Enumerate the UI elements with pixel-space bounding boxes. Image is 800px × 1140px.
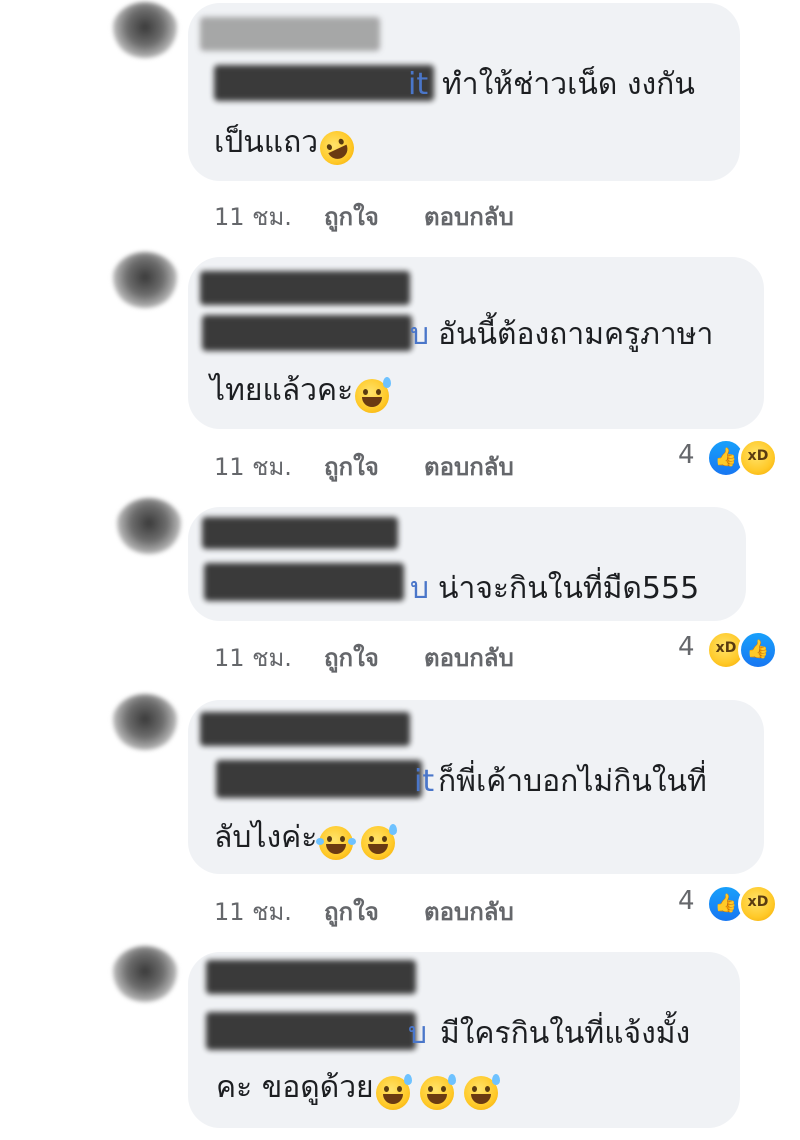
mention-link[interactable]: บ [408,1016,427,1052]
grinning-sweat-emoji-icon [419,1073,456,1110]
reaction-summary[interactable]: 4 👍 xD [678,438,788,478]
mention-link[interactable]: it [414,764,434,800]
comment-bubble: it ก็พี่เค้าบอกไม่กินในที่ ลับไงค่ะ [188,700,764,874]
comment-text-line-2: ลับไงค่ะ [214,820,398,860]
comment-text-content: ลับไงค่ะ [214,820,318,855]
redacted-author-name[interactable] [206,960,416,994]
mention-link[interactable]: บ [410,317,429,353]
comment-text-content: คะ ขอดูด้วย [216,1070,374,1105]
comment-meta: 11 ชม. ถูกใจ ตอบกลับ [214,447,574,481]
like-button[interactable]: ถูกใจ [324,447,379,486]
timestamp[interactable]: 11 ชม. [214,892,292,931]
timestamp[interactable]: 11 ชม. [214,638,292,677]
reaction-summary[interactable]: 4 xD 👍 [678,630,788,670]
redacted-author-name[interactable] [200,17,380,51]
avatar[interactable] [116,498,182,554]
redacted-author-name[interactable] [200,271,410,305]
redacted-mention[interactable] [204,563,404,601]
redacted-author-name[interactable] [202,517,398,549]
like-button[interactable]: ถูกใจ [324,892,379,931]
reply-button[interactable]: ตอบกลับ [424,892,514,931]
grinning-sweat-emoji-icon [355,376,392,413]
comment-bubble: it ทำให้ช่าวเน็ด งงกัน เป็นแถว [188,3,740,181]
redacted-mention[interactable] [206,1012,416,1050]
like-reaction-icon: 👍 [738,630,778,670]
mention-link[interactable]: it [408,67,428,103]
redacted-mention[interactable] [202,315,412,351]
comment-text-line-2: ไทยแล้วคะ [210,373,392,413]
rofl-emoji-icon [314,124,360,171]
grinning-sweat-emoji-icon [463,1073,500,1110]
avatar[interactable] [112,946,178,1002]
grinning-sweat-emoji-icon [375,1073,412,1110]
like-button[interactable]: ถูกใจ [324,638,379,677]
reply-button[interactable]: ตอบกลับ [424,638,514,677]
comment-meta: 11 ชม. ถูกใจ ตอบกลับ [214,638,574,672]
reaction-summary[interactable]: 4 👍 xD [678,884,788,924]
avatar[interactable] [112,252,178,308]
grinning-sweat-emoji-icon [361,823,398,860]
reaction-count: 4 [678,440,695,470]
reaction-count: 4 [678,632,695,662]
comment-bubble: บ มีใครกินในที่แจ้งมั้ง คะ ขอดูด้วย [188,952,740,1128]
comment-text-line-1: อันนี้ต้องถามครูภาษา [438,317,714,352]
emoji-group [314,124,360,171]
comment-bubble: บ อันนี้ต้องถามครูภาษา ไทยแล้วคะ [188,257,764,429]
avatar[interactable] [112,2,178,58]
comment-meta: 11 ชม. ถูกใจ ตอบกลับ [214,892,574,926]
comment-text-line-1: ทำให้ช่าวเน็ด งงกัน [442,67,695,102]
haha-reaction-icon: xD [738,438,778,478]
comment-text-content: ไทยแล้วคะ [210,373,354,408]
timestamp[interactable]: 11 ชม. [214,447,292,486]
emoji-group [353,376,392,413]
timestamp[interactable]: 11 ชม. [214,197,292,236]
comment-text-line-2: คะ ขอดูด้วย [216,1070,500,1110]
emoji-group [374,1073,500,1110]
comment-text-line-2: เป็นแถว [214,124,360,171]
redacted-author-name[interactable] [200,712,410,746]
avatar[interactable] [112,694,178,750]
comment-meta: 11 ชม. ถูกใจ ตอบกลับ [214,197,574,231]
redacted-mention[interactable] [214,65,434,101]
redacted-mention[interactable] [216,760,422,798]
comment-bubble: บ น่าจะกินในที่มืด555 [188,507,746,621]
comment-text-line-1: น่าจะกินในที่มืด555 [438,571,700,606]
like-button[interactable]: ถูกใจ [324,197,379,236]
haha-reaction-icon: xD [738,884,778,924]
comment-text-content: เป็นแถว [214,125,319,160]
reply-button[interactable]: ตอบกลับ [424,447,514,486]
reply-button[interactable]: ตอบกลับ [424,197,514,236]
emoji-group [316,823,398,860]
tears-of-joy-emoji-icon [316,825,357,860]
comment-text-line-1: ก็พี่เค้าบอกไม่กินในที่ [438,764,707,799]
reaction-count: 4 [678,886,695,916]
mention-link[interactable]: บ [410,571,429,607]
comment-text-line-1: มีใครกินในที่แจ้งมั้ง [440,1016,691,1051]
